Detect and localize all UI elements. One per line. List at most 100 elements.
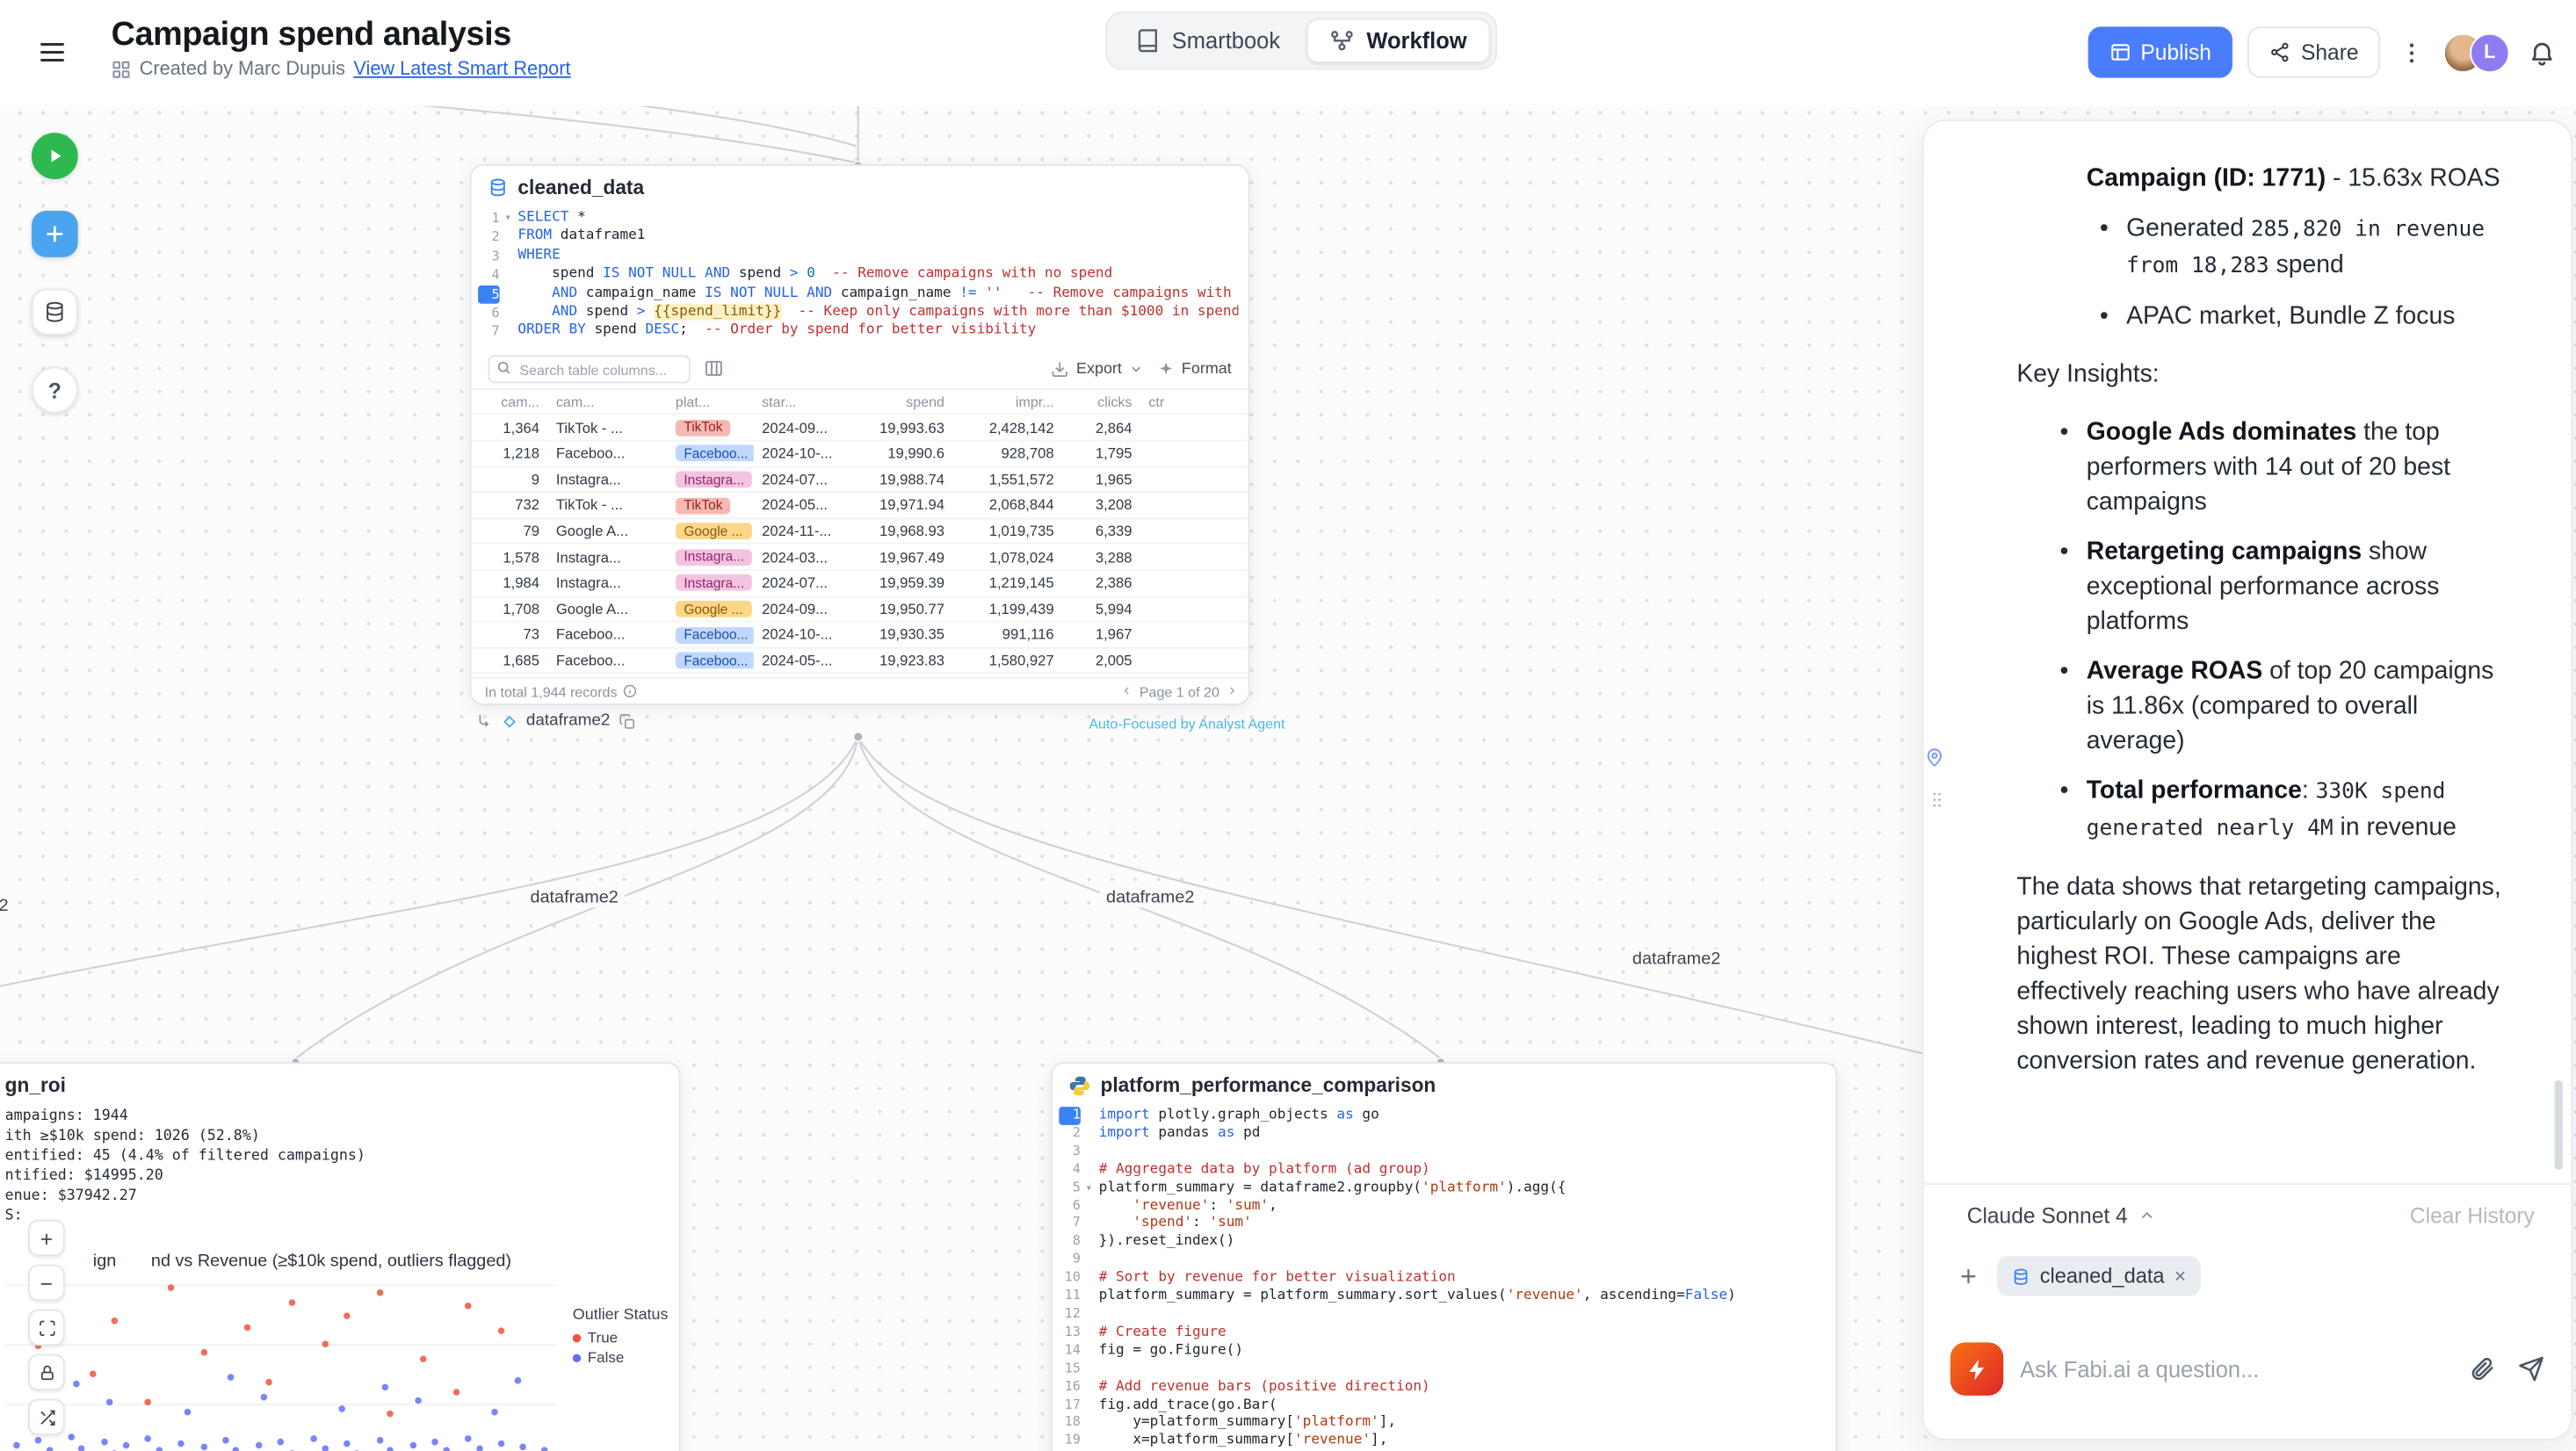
add-node-button[interactable] xyxy=(32,211,78,257)
column-header[interactable]: spend xyxy=(846,393,952,410)
scatter-point xyxy=(465,1435,472,1442)
table-row[interactable]: 732TikTok - ...TikTok2024-05...19,971.94… xyxy=(472,493,1248,518)
next-page-button[interactable]: › xyxy=(1229,682,1234,700)
code-line: 7ORDER BY spend DESC; -- Order by spend … xyxy=(478,322,1238,342)
chat-scrollbar[interactable] xyxy=(2554,1080,2562,1170)
python-node-campaign-roi[interactable]: gn_roi ampaigns: 1944ith ≥$10k spend: 10… xyxy=(0,1062,681,1451)
chat-transcript[interactable]: Campaign (ID: 1771) - 15.63x ROAS•Genera… xyxy=(1924,121,2548,1183)
context-chip-cleaned-data[interactable]: cleaned_data × xyxy=(1997,1256,2202,1296)
export-button[interactable]: Export xyxy=(1052,359,1144,378)
python-editor[interactable]: 1import plotly.graph_objects as go2impor… xyxy=(1053,1103,1836,1451)
python-icon xyxy=(1069,1074,1091,1096)
format-button[interactable]: Format xyxy=(1157,359,1232,378)
copy-icon[interactable] xyxy=(619,712,635,729)
sql-node-cleaned-data[interactable]: cleaned_data 1▾SELECT *2FROM dataframe13… xyxy=(470,164,1250,705)
table-row[interactable]: 1,578Instagra...Instagra...2024-03...19,… xyxy=(472,545,1248,570)
notifications-bell-button[interactable] xyxy=(2524,35,2559,70)
table-row[interactable]: 1,685Faceboo...Faceboo...2024-05-...19,9… xyxy=(472,648,1248,674)
fit-view-button[interactable] xyxy=(28,1310,65,1346)
avatar-letter[interactable]: L xyxy=(2470,32,2509,72)
add-context-button[interactable]: + xyxy=(1960,1262,1977,1290)
column-header[interactable]: cam... xyxy=(547,393,667,410)
run-button[interactable] xyxy=(32,133,78,179)
cell: 2024-11-... xyxy=(754,523,847,539)
column-header[interactable]: star... xyxy=(754,393,847,410)
edge-label-dataframe2-clipped: dataframe2 xyxy=(0,896,15,916)
zoom-in-button[interactable]: + xyxy=(28,1220,65,1257)
zoom-out-button[interactable]: − xyxy=(28,1265,65,1302)
scatter-point xyxy=(90,1370,97,1377)
line-number: 12 xyxy=(1059,1306,1081,1325)
column-header[interactable]: plat... xyxy=(667,393,753,410)
table-row[interactable]: 1,218Faceboo...Faceboo...2024-10-...19,9… xyxy=(472,441,1248,466)
column-header[interactable]: ctr xyxy=(1140,393,1190,410)
data-sources-button[interactable] xyxy=(32,289,78,336)
table-row[interactable]: 9Instagra...Instagra...2024-07...19,988.… xyxy=(472,467,1248,493)
columns-toggle-button[interactable] xyxy=(704,358,724,379)
scatter-point xyxy=(376,1437,383,1444)
scatter-point xyxy=(222,1437,229,1444)
model-selector[interactable]: Claude Sonnet 4 xyxy=(1967,1203,2156,1228)
cell: 1,551,572 xyxy=(952,471,1062,487)
column-header[interactable]: cam... xyxy=(478,393,547,410)
cell: 79 xyxy=(478,523,547,539)
prev-page-button[interactable]: ‹ xyxy=(1124,682,1129,700)
scatter-point xyxy=(68,1433,75,1440)
send-button[interactable] xyxy=(2514,1353,2548,1386)
line-number: 4 xyxy=(478,266,500,285)
pin-icon[interactable] xyxy=(1924,747,1946,769)
cell: TikTok xyxy=(667,419,753,437)
share-button[interactable]: Share xyxy=(2248,26,2381,78)
drag-handle[interactable] xyxy=(1927,790,1947,810)
table-row[interactable]: 1,708Google A...Google ...2024-09...19,9… xyxy=(472,596,1248,622)
platform-badge: Google ... xyxy=(676,601,751,617)
scatter-point xyxy=(453,1389,460,1396)
scatter-point xyxy=(409,1442,416,1449)
python-node-platform-performance[interactable]: platform_performance_comparison 1import … xyxy=(1051,1062,1837,1451)
table-row[interactable]: 1,364TikTok - ...TikTok2024-09...19,993.… xyxy=(472,415,1248,441)
line-number: 5 xyxy=(478,285,500,304)
tab-smartbook[interactable]: Smartbook xyxy=(1112,18,1304,63)
share-icon xyxy=(2269,41,2291,63)
cell: 1,965 xyxy=(1062,471,1140,487)
latest-report-link[interactable]: View Latest Smart Report xyxy=(353,60,570,80)
line-number: 6 xyxy=(1059,1197,1081,1216)
column-header[interactable]: clicks xyxy=(1062,393,1140,410)
publish-button[interactable]: Publish xyxy=(2088,26,2233,78)
scatter-point xyxy=(200,1349,207,1356)
chart-legend: Outlier Status True False xyxy=(573,1306,669,1369)
tab-workflow[interactable]: Workflow xyxy=(1306,18,1490,63)
scatter-point xyxy=(184,1408,191,1415)
attach-button[interactable] xyxy=(2464,1353,2498,1386)
output-line: enue: $37942.27 xyxy=(5,1187,365,1207)
dataframe-icon xyxy=(502,712,518,729)
more-menu-button[interactable] xyxy=(2395,36,2428,69)
canvas-zoom-controls: + − xyxy=(28,1220,65,1436)
cell: 6,339 xyxy=(1062,523,1140,539)
legend-item-true[interactable]: True xyxy=(573,1329,669,1346)
chat-input[interactable] xyxy=(2020,1356,2448,1381)
lock-button[interactable] xyxy=(28,1354,65,1391)
cell: 2,864 xyxy=(1062,419,1140,436)
menu-button[interactable] xyxy=(37,37,69,69)
cell: 732 xyxy=(478,497,547,514)
column-header[interactable]: impr... xyxy=(952,393,1062,410)
table-row[interactable]: 73Faceboo...Faceboo...2024-10-...19,930.… xyxy=(472,623,1248,648)
cell: Google A... xyxy=(547,601,667,617)
table-icon xyxy=(2012,1267,2030,1285)
table-row[interactable]: 1,984Instagra...Instagra...2024-07...19,… xyxy=(472,571,1248,596)
cell: 2024-05-... xyxy=(754,652,847,668)
line-number: 1 xyxy=(478,209,500,228)
platform-badge: Instagra... xyxy=(676,549,753,566)
search-columns-input[interactable] xyxy=(488,356,690,384)
table-row[interactable]: 79Google A...Google ...2024-11-...19,968… xyxy=(472,519,1248,545)
auto-layout-button[interactable] xyxy=(28,1399,65,1436)
remove-context-button[interactable]: × xyxy=(2174,1266,2186,1286)
help-button[interactable]: ? xyxy=(32,367,78,414)
sql-editor[interactable]: 1▾SELECT *2FROM dataframe13WHERE4 spend … xyxy=(472,206,1248,348)
record-count: In total 1,944 records xyxy=(485,682,618,699)
chat-text: The data shows that retargeting campaign… xyxy=(2016,870,2514,1079)
cell: 1,199,439 xyxy=(952,601,1062,617)
clear-history-button[interactable]: Clear History xyxy=(2410,1203,2535,1228)
legend-item-false[interactable]: False xyxy=(573,1349,669,1366)
